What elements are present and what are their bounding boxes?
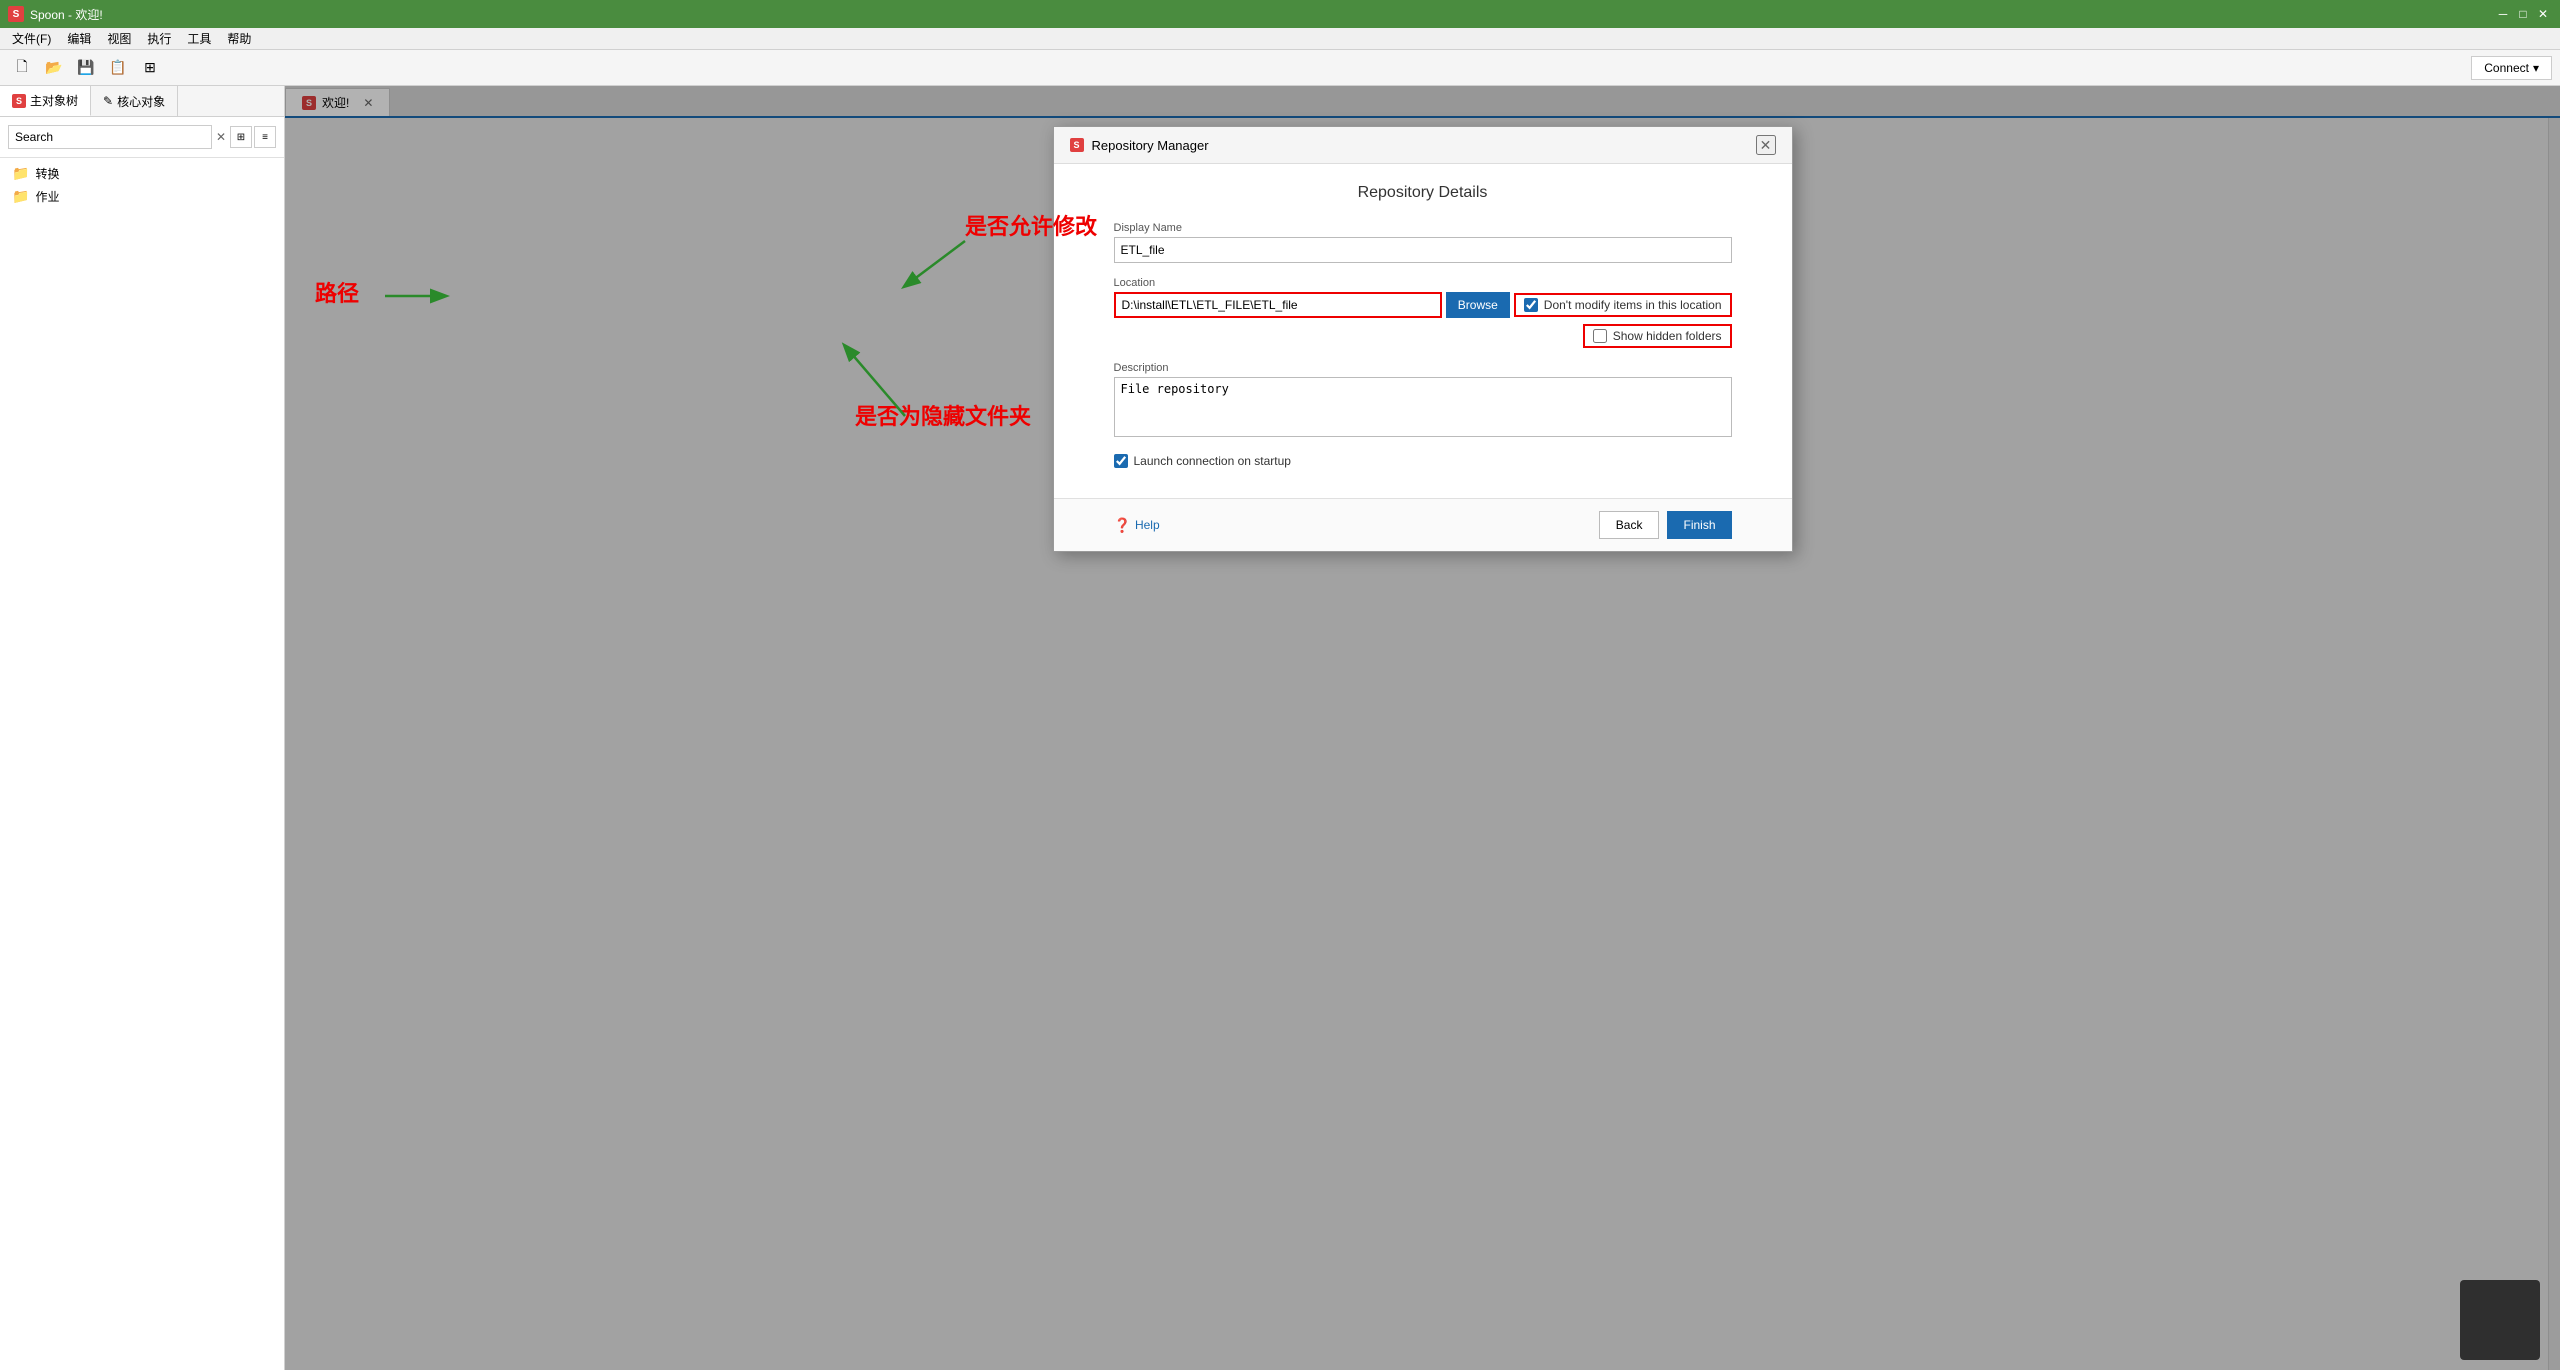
title-bar-controls: ─ □ ✕ — [2494, 5, 2552, 23]
help-link[interactable]: ❓ Help — [1114, 517, 1160, 534]
left-panel: S 主对象树 ✎ 核心对象 ✕ ⊞ ≡ 📁 转换 📁 — [0, 86, 285, 1370]
tree-item-transform[interactable]: 📁 转换 — [4, 162, 280, 185]
dont-modify-checkbox[interactable] — [1524, 298, 1538, 312]
title-bar-left: S Spoon - 欢迎! — [8, 6, 103, 23]
toolbar-saveas-btn[interactable]: 📋 — [104, 54, 132, 82]
content-area: S 欢迎! ✕ S Repository Manager ✕ Repositor… — [285, 86, 2560, 1370]
dont-modify-label: Don't modify items in this location — [1544, 298, 1722, 312]
location-row: Browse Don't modify items in this locati… — [1114, 292, 1732, 318]
modal-title-bar-left: S Repository Manager — [1070, 138, 1209, 153]
browse-button[interactable]: Browse — [1446, 292, 1510, 318]
finish-button[interactable]: Finish — [1667, 511, 1731, 539]
location-label: Location — [1114, 277, 1732, 289]
display-name-label: Display Name — [1114, 222, 1732, 234]
dont-modify-container: Don't modify items in this location — [1514, 293, 1732, 317]
toolbar-layers-btn[interactable]: ⊞ — [136, 54, 164, 82]
help-icon: ❓ — [1114, 517, 1131, 534]
search-area: ✕ ⊞ ≡ — [0, 117, 284, 158]
footer-buttons: Back Finish — [1599, 511, 1732, 539]
view-toggle: ⊞ ≡ — [230, 126, 276, 148]
main-layout: S 主对象树 ✎ 核心对象 ✕ ⊞ ≡ 📁 转换 📁 — [0, 86, 2560, 1370]
folder-icon-transform: 📁 — [12, 165, 29, 182]
grid-view-btn[interactable]: ⊞ — [230, 126, 252, 148]
show-hidden-label: Show hidden folders — [1613, 329, 1722, 343]
connect-button[interactable]: Connect ▾ — [2471, 56, 2552, 80]
description-label: Description — [1114, 362, 1732, 374]
launch-startup-row: Launch connection on startup — [1114, 454, 1732, 468]
connect-arrow: ▾ — [2533, 61, 2539, 75]
close-btn[interactable]: ✕ — [2534, 5, 2552, 23]
launch-startup-label: Launch connection on startup — [1134, 454, 1291, 468]
help-label: Help — [1135, 518, 1160, 532]
tab-main-objects-label: 主对象树 — [30, 92, 78, 109]
display-name-input[interactable] — [1114, 237, 1732, 263]
toolbar-new-btn[interactable]: 🗋 — [8, 54, 36, 82]
menu-edit[interactable]: 编辑 — [59, 28, 99, 49]
modal-overlay: S Repository Manager ✕ Repository Detail… — [285, 86, 2560, 1370]
modal-title: Repository Manager — [1092, 138, 1209, 153]
menu-bar: 文件(F) 编辑 视图 执行 工具 帮助 — [0, 28, 2560, 50]
toolbar: 🗋 📂 💾 📋 ⊞ Connect ▾ — [0, 50, 2560, 86]
description-group: Description File repository — [1114, 362, 1732, 440]
app-title: Spoon - 欢迎! — [30, 6, 103, 23]
folder-icon-job: 📁 — [12, 188, 29, 205]
title-bar: S Spoon - 欢迎! ─ □ ✕ — [0, 0, 2560, 28]
modal-body: Repository Details Display Name Location… — [1054, 164, 1792, 498]
repository-manager-modal: S Repository Manager ✕ Repository Detail… — [1053, 126, 1793, 552]
location-group: Location Browse Don't modify items in th… — [1114, 277, 1732, 348]
tree-area: 📁 转换 📁 作业 — [0, 158, 284, 1370]
tree-item-transform-label: 转换 — [35, 165, 59, 182]
app-icon: S — [8, 6, 24, 22]
modal-close-btn[interactable]: ✕ — [1756, 135, 1776, 155]
tab-core-objects[interactable]: ✎ 核心对象 — [91, 86, 178, 116]
location-input[interactable] — [1114, 292, 1442, 318]
tree-item-job-label: 作业 — [35, 188, 59, 205]
menu-run[interactable]: 执行 — [139, 28, 179, 49]
menu-help[interactable]: 帮助 — [219, 28, 259, 49]
back-button[interactable]: Back — [1599, 511, 1660, 539]
core-objects-icon: ✎ — [103, 94, 113, 108]
modal-footer: ❓ Help Back Finish — [1054, 498, 1792, 551]
display-name-group: Display Name — [1114, 222, 1732, 263]
toolbar-open-btn[interactable]: 📂 — [40, 54, 68, 82]
toolbar-save-btn[interactable]: 💾 — [72, 54, 100, 82]
launch-startup-checkbox[interactable] — [1114, 454, 1128, 468]
show-hidden-container: Show hidden folders — [1583, 324, 1732, 348]
maximize-btn[interactable]: □ — [2514, 5, 2532, 23]
main-objects-icon: S — [12, 94, 26, 108]
connect-label: Connect — [2484, 61, 2529, 75]
search-input[interactable] — [8, 125, 212, 149]
tab-main-objects[interactable]: S 主对象树 — [0, 86, 91, 116]
modal-title-bar: S Repository Manager ✕ — [1054, 127, 1792, 164]
menu-tools[interactable]: 工具 — [179, 28, 219, 49]
left-tab-bar: S 主对象树 ✎ 核心对象 — [0, 86, 284, 117]
minimize-btn[interactable]: ─ — [2494, 5, 2512, 23]
tree-item-job[interactable]: 📁 作业 — [4, 185, 280, 208]
app-icon-label: S — [13, 9, 20, 20]
tab-core-objects-label: 核心对象 — [117, 93, 165, 110]
list-view-btn[interactable]: ≡ — [254, 126, 276, 148]
search-clear-btn[interactable]: ✕ — [216, 130, 226, 144]
menu-file[interactable]: 文件(F) — [4, 28, 59, 49]
menu-view[interactable]: 视图 — [99, 28, 139, 49]
show-hidden-checkbox[interactable] — [1593, 329, 1607, 343]
description-textarea[interactable]: File repository — [1114, 377, 1732, 437]
modal-icon: S — [1070, 138, 1084, 152]
modal-heading: Repository Details — [1114, 184, 1732, 202]
